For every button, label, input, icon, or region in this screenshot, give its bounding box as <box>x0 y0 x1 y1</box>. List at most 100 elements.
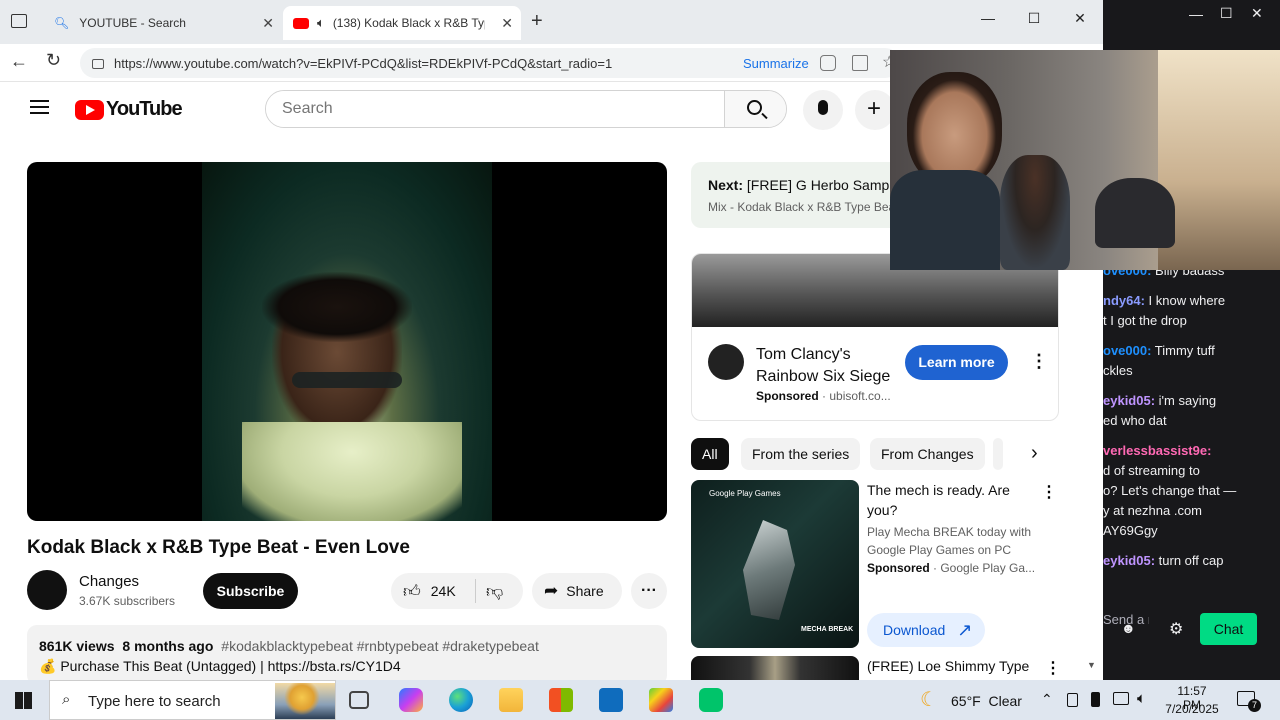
ad-card[interactable]: Tom Clancy's Rainbow Six Siege Sponsored… <box>691 253 1059 421</box>
close-window-icon[interactable]: ✕ <box>1065 10 1095 27</box>
chip-all[interactable]: All <box>691 438 729 470</box>
tray-tablet-icon[interactable] <box>1067 693 1078 707</box>
subscribe-button[interactable]: Subscribe <box>203 573 298 609</box>
voice-search-button[interactable] <box>803 90 843 130</box>
emote-smiley-icon[interactable]: ☻ <box>1121 620 1136 636</box>
chat-text: i'm saying <box>1155 393 1217 408</box>
audio-playing-icon[interactable]: 🔈︎ <box>317 15 325 31</box>
lock-icon[interactable] <box>92 59 104 69</box>
like-button[interactable]: 👍︎ 24K <box>391 579 476 603</box>
weather-text[interactable]: 65°F Clear <box>951 693 1022 709</box>
notification-badge: 7 <box>1248 699 1261 712</box>
summarize-button[interactable]: Summarize <box>743 56 809 71</box>
maximize-icon[interactable]: ☐ <box>1019 10 1049 27</box>
download-button[interactable]: Download ↗ <box>867 613 985 647</box>
menu-hamburger-icon[interactable] <box>30 100 49 114</box>
ad-title-line1: Tom Clancy's <box>756 346 851 363</box>
subscriber-count: 3.67K subscribers <box>79 594 176 608</box>
chat-text: turn off cap <box>1155 553 1224 568</box>
tray-network-icon[interactable] <box>1113 692 1129 705</box>
chat-username[interactable]: ove000: <box>1103 343 1151 358</box>
split-screen-icon[interactable] <box>852 55 868 71</box>
external-arrow-icon: ↗ <box>957 619 973 640</box>
channel-avatar[interactable] <box>27 570 67 610</box>
tab-youtube-search[interactable]: 🔍︎ YOUTUBE - Search ✕ <box>44 6 282 40</box>
clock-date[interactable]: 7/20/2025 <box>1161 702 1223 716</box>
outlook-icon[interactable] <box>599 688 623 712</box>
dislike-button[interactable]: 👎︎ <box>476 581 503 602</box>
promo-title-line2[interactable]: you? <box>867 502 897 518</box>
back-arrow-icon[interactable]: ← <box>10 51 28 72</box>
create-button[interactable]: + <box>855 90 895 130</box>
share-label: Share <box>566 583 604 599</box>
chevron-right-icon[interactable]: › <box>1031 442 1038 465</box>
hashtags[interactable]: #kodakblacktypebeat #rnbtypebeat #draket… <box>221 638 539 654</box>
task-view-icon[interactable] <box>349 691 369 709</box>
chat-send-button[interactable]: Chat <box>1200 613 1257 645</box>
chat-text: Timmy tuff <box>1151 343 1215 358</box>
refresh-icon[interactable]: ↻ <box>46 50 61 71</box>
next-video-more-icon[interactable]: ⋮ <box>1045 658 1061 678</box>
chat-username[interactable]: verlessbassist9e: <box>1103 443 1211 458</box>
chat-text: o? Let's change that — <box>1103 483 1237 498</box>
ad-title-line2: Rainbow Six Siege <box>756 368 891 385</box>
taskbar-search-box[interactable]: ⌕ Type here to search <box>49 680 336 720</box>
promo-thumbnail[interactable]: Google Play Games MECHA BREAK <box>691 480 859 648</box>
share-button[interactable]: ➦ Share <box>532 573 622 609</box>
mecha-break-logo: MECHA BREAK <box>801 626 854 633</box>
tray-chevron-up-icon[interactable]: ⌃ <box>1041 691 1053 708</box>
next-video-thumbnail[interactable] <box>691 656 859 680</box>
ad-more-icon[interactable]: ⋮ <box>1030 351 1048 372</box>
chip-from-the-series[interactable]: From the series <box>741 438 861 470</box>
chip-from-changes[interactable]: From Changes <box>870 438 985 470</box>
channel-name[interactable]: Changes <box>79 573 139 590</box>
youtube-logo[interactable]: YouTube <box>75 98 183 121</box>
bluestacks-icon[interactable] <box>649 688 673 712</box>
chat-close-icon[interactable]: ✕ <box>1251 5 1263 22</box>
copilot-icon[interactable] <box>399 688 423 712</box>
youtube-search-input[interactable] <box>266 91 724 127</box>
tab-actions-icon[interactable] <box>11 14 27 28</box>
promo-sponsored: Sponsored <box>867 561 930 575</box>
next-title: [FREE] G Herbo Sample <box>746 177 901 193</box>
more-actions-button[interactable]: ··· <box>631 573 667 609</box>
like-dislike-group: 👍︎ 24K 👎︎ <box>391 573 523 609</box>
close-tab-icon[interactable]: ✕ <box>501 15 513 32</box>
tray-volume-icon[interactable]: 🔈︎ <box>1137 690 1146 707</box>
youtube-search-button[interactable] <box>724 91 786 127</box>
share-arrow-icon: ➦ <box>544 581 559 600</box>
chat-username[interactable]: eykid05: <box>1103 393 1155 408</box>
promo-title-line1[interactable]: The mech is ready. Are <box>867 482 1010 498</box>
chat-settings-icon[interactable]: ⚙ <box>1169 619 1183 639</box>
more-horizontal-icon: ··· <box>641 582 657 599</box>
description-box[interactable]: 861K views 8 months ago #kodakblacktypeb… <box>27 625 667 680</box>
chat-username[interactable]: ndy64: <box>1103 293 1145 308</box>
file-explorer-icon[interactable] <box>499 688 523 712</box>
youtube-search-box <box>265 90 787 128</box>
video-player[interactable] <box>27 162 667 521</box>
scroll-down-arrow-icon[interactable]: ▼ <box>1087 660 1096 670</box>
tab-bar: 🔍︎ YOUTUBE - Search ✕ 🔈︎ (138) Kodak Bla… <box>0 0 1103 44</box>
minimize-icon[interactable]: — <box>973 10 1003 26</box>
streaming-app-icon[interactable] <box>699 688 723 712</box>
chat-text: d of streaming to <box>1103 463 1200 478</box>
windows-start-icon[interactable] <box>15 692 32 709</box>
promo-more-icon[interactable]: ⋮ <box>1041 482 1057 502</box>
chat-text: ed who dat <box>1103 413 1167 428</box>
chip-overflow[interactable] <box>993 438 1003 470</box>
copilot-icon[interactable] <box>820 55 836 71</box>
learn-more-button[interactable]: Learn more <box>905 345 1008 380</box>
tab-title: (138) Kodak Black x R&B Typ <box>332 16 485 30</box>
close-tab-icon[interactable]: ✕ <box>262 15 274 32</box>
chat-username[interactable]: eykid05: <box>1103 553 1155 568</box>
new-tab-icon[interactable]: + <box>531 10 543 33</box>
microsoft-store-icon[interactable] <box>549 688 573 712</box>
tray-battery-icon[interactable] <box>1091 692 1100 707</box>
chat-maximize-icon[interactable]: ☐ <box>1220 5 1233 22</box>
chat-minimize-icon[interactable]: — <box>1189 6 1203 22</box>
next-video-title[interactable]: (FREE) Loe Shimmy Type <box>867 658 1029 674</box>
webcam-person-shirt <box>890 170 1000 270</box>
edge-browser-icon[interactable] <box>449 688 473 712</box>
url-field[interactable]: https://www.youtube.com/watch?v=EkPIVf-P… <box>80 48 900 78</box>
tab-kodak-black[interactable]: 🔈︎ (138) Kodak Black x R&B Typ ✕ <box>283 6 521 40</box>
